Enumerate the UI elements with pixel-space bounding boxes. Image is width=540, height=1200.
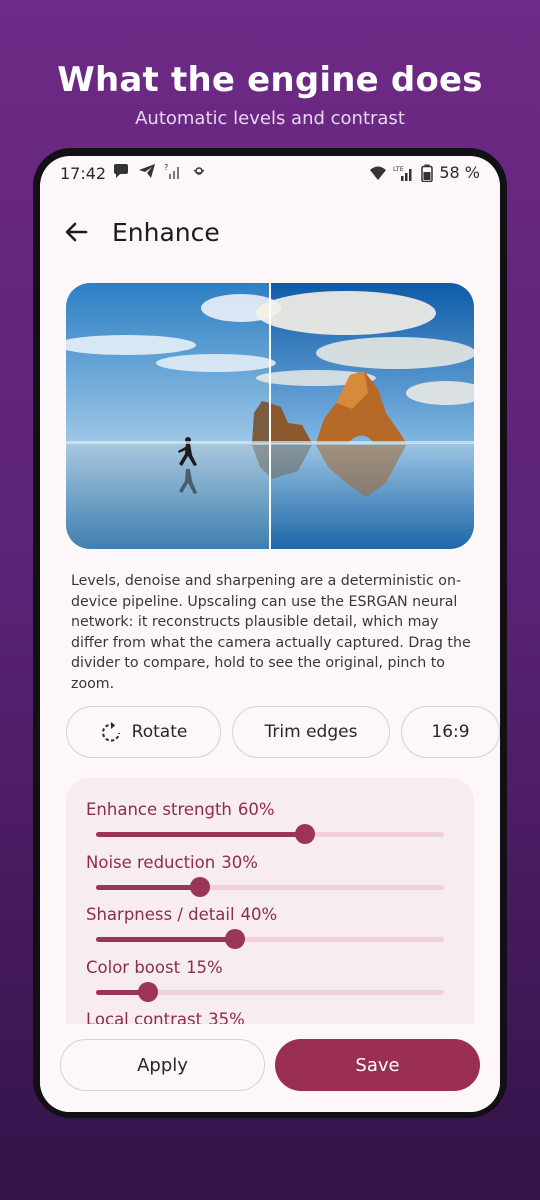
status-icons-left: ? (112, 162, 208, 180)
slider-track[interactable] (96, 876, 444, 897)
slider-name: Sharpness / detail (86, 905, 235, 924)
slider-thumb[interactable] (190, 876, 211, 897)
app-bar: Enhance (40, 212, 500, 252)
slider-fill (96, 937, 236, 942)
rotate-chip-label: Rotate (131, 722, 188, 742)
compare-preview[interactable] (66, 283, 474, 549)
promo-subtitle: Automatic levels and contrast (135, 108, 405, 129)
trim-edges-chip-label: Trim edges (264, 722, 358, 742)
slider-name: Enhance strength (86, 800, 232, 819)
chat-bubble-icon (114, 164, 128, 178)
slider-value: 60% (237, 800, 275, 819)
aspect-ratio-chip-label: 16:9 (431, 722, 470, 742)
compare-divider[interactable] (269, 283, 271, 549)
slider-name: Color boost (86, 957, 181, 977)
status-time: 17:42 (60, 164, 107, 183)
slider-value: 30% (221, 852, 258, 872)
notification-icon (193, 167, 205, 175)
rotate-icon (101, 722, 120, 742)
bottom-action-bar: Apply Save (40, 1024, 500, 1112)
phone-screen: 17:42 ? LTE 58 % Enhance Levels, denoise… (40, 156, 500, 1112)
preview-description: Levels, denoise and sharpening are a det… (71, 573, 471, 692)
status-bar: 17:42 ? LTE 58 % (40, 156, 500, 192)
slider-label: Enhance strength 60% (86, 800, 275, 819)
slider-track[interactable] (96, 929, 444, 949)
rotate-chip[interactable]: Rotate (66, 706, 221, 758)
adjustment-sliders: Enhance strength 60% Noise reduction 30% Sha… (66, 778, 474, 1038)
battery-icon (421, 164, 434, 182)
slider-thumb[interactable] (294, 824, 315, 844)
signal-unknown-icon: ? (164, 163, 179, 179)
network-label: LTE (393, 165, 404, 173)
slider-label: Sharpness / detail 40% (86, 905, 277, 924)
slider-label: Noise reduction 30% (86, 853, 258, 872)
slider-thumb[interactable] (225, 929, 246, 949)
promo-title: What the engine does (57, 60, 483, 100)
slider-track[interactable] (96, 824, 444, 844)
tool-chips: Rotate Trim edges 16:9 (66, 706, 500, 758)
slider-value: 15% (186, 957, 223, 977)
apply-button[interactable]: Apply (60, 1039, 265, 1091)
slider-track[interactable] (96, 981, 444, 1002)
page-title: Enhance (112, 218, 220, 247)
battery-percent: 58 % (439, 163, 480, 182)
slider-name: Noise reduction (86, 852, 216, 872)
aspect-ratio-chip[interactable]: 16:9 (401, 706, 500, 758)
slider-thumb[interactable] (138, 981, 159, 1002)
status-icons-right: LTE 58 % (369, 163, 480, 182)
slider-label: Color boost 15% (86, 958, 223, 977)
lte-signal-icon: LTE (393, 165, 412, 181)
save-button[interactable]: Save (275, 1039, 480, 1091)
wifi-icon (370, 166, 387, 180)
slider-fill (96, 884, 201, 890)
telegram-icon (139, 164, 155, 178)
svg-text:?: ? (164, 163, 168, 172)
trim-edges-chip[interactable]: Trim edges (232, 706, 390, 758)
arrow-left-icon[interactable] (60, 216, 92, 248)
slider-value: 40% (240, 905, 278, 924)
slider-fill (96, 832, 305, 837)
